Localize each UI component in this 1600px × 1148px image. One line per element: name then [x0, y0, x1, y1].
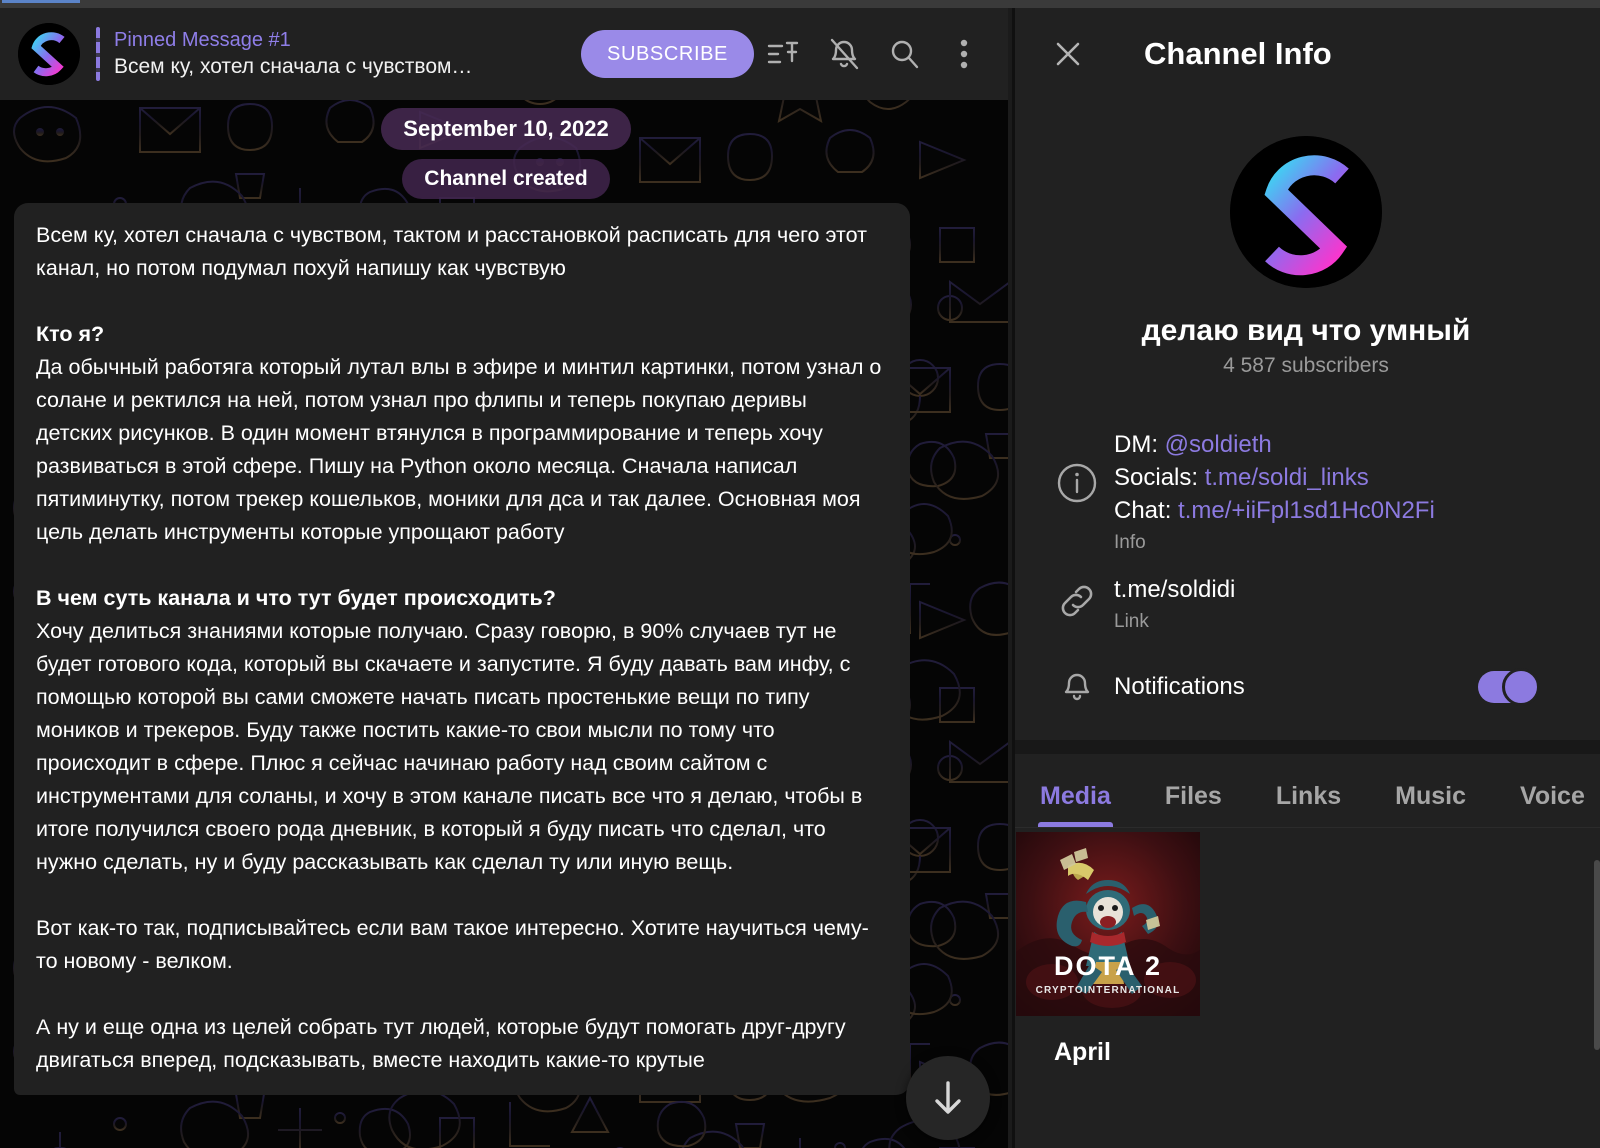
- channel-logo-icon: [1230, 136, 1382, 288]
- info-circle-icon: [1040, 428, 1114, 504]
- panel-scrollbar[interactable]: [1594, 860, 1600, 1050]
- pinned-indicator-bar: [96, 27, 100, 81]
- notifications-toggle[interactable]: [1478, 668, 1540, 706]
- tab-music[interactable]: Music: [1395, 782, 1466, 827]
- channel-avatar-large[interactable]: [1230, 136, 1382, 288]
- media-tabs: Media Files Links Music Voice: [1012, 754, 1600, 828]
- channel-info-panel: Channel Info делаю вид что умный 4 587 s…: [1012, 0, 1600, 1148]
- info-row-body: DM: @soldieth Socials: t.me/soldi_links …: [1114, 428, 1572, 557]
- info-description-row[interactable]: DM: @soldieth Socials: t.me/soldi_links …: [1012, 420, 1600, 565]
- tab-files[interactable]: Files: [1165, 782, 1222, 827]
- channel-avatar-small[interactable]: [18, 23, 80, 85]
- service-messages: September 10, 2022 Channel created: [0, 100, 1012, 199]
- tab-links[interactable]: Links: [1276, 782, 1341, 827]
- channel-avatar-large-wrap: [1012, 136, 1600, 288]
- thumbnail-title: DOTA 2: [1053, 951, 1162, 981]
- toggle-knob: [1502, 668, 1540, 706]
- link-row-caption: Link: [1114, 611, 1149, 632]
- bell-muted-icon[interactable]: [814, 24, 874, 84]
- info-label-chat: Chat:: [1114, 497, 1179, 524]
- pinned-messages-icon[interactable]: [754, 24, 814, 84]
- notifications-label: Notifications: [1114, 673, 1245, 700]
- media-month-label: April: [1054, 1038, 1111, 1066]
- thumbnail-subtitle: CRYPTOINTERNATIONAL: [1035, 985, 1181, 996]
- panel-left-edge: [1012, 8, 1015, 1148]
- pinned-message-label: Pinned Message #1: [114, 29, 291, 51]
- message-paragraph: В чем суть канала и что тут будет происх…: [36, 586, 556, 610]
- message-paragraph: Хочу делиться знаниями которые получаю. …: [36, 619, 863, 874]
- bell-icon: [1040, 668, 1114, 706]
- message-paragraph: Всем ку, хотел сначала с чувством, такто…: [36, 223, 867, 280]
- tab-voice[interactable]: Voice: [1520, 782, 1585, 827]
- pinned-message-preview[interactable]: Pinned Message #1 Всем ку, хотел сначала…: [114, 27, 472, 81]
- info-link-chat[interactable]: t.me/+iiFpl1sd1Hc0N2Fi: [1178, 497, 1435, 524]
- media-thumbnail[interactable]: DOTA 2 CRYPTOINTERNATIONAL: [1016, 832, 1200, 1016]
- info-line-socials: Socials: t.me/soldi_links: [1114, 461, 1572, 494]
- link-row-body: t.me/soldidi Link: [1114, 573, 1572, 636]
- pinned-message-bubble[interactable]: Всем ку, хотел сначала с чувством, такто…: [14, 203, 910, 1095]
- channel-created-pill: Channel created: [402, 159, 610, 199]
- scroll-to-bottom-button[interactable]: [906, 1056, 990, 1140]
- search-icon[interactable]: [874, 24, 934, 84]
- info-label-dm: DM:: [1114, 431, 1165, 458]
- chat-column: Pinned Message #1 Всем ку, хотел сначала…: [0, 0, 1012, 1148]
- browser-tab-marker: [2, 0, 80, 3]
- message-paragraph: Кто я?: [36, 322, 105, 346]
- channel-logo-icon: [18, 23, 80, 85]
- more-vertical-icon[interactable]: [934, 24, 994, 84]
- info-line-dm: DM: @soldieth: [1114, 428, 1572, 461]
- channel-link-value[interactable]: t.me/soldidi: [1114, 573, 1572, 606]
- info-line-chat: Chat: t.me/+iiFpl1sd1Hc0N2Fi: [1114, 494, 1572, 527]
- info-link-socials[interactable]: t.me/soldi_links: [1205, 464, 1369, 491]
- info-row-caption: Info: [1114, 532, 1146, 553]
- close-icon[interactable]: [1042, 28, 1094, 80]
- pinned-message-text: Всем ку, хотел сначала с чувством…: [114, 55, 473, 78]
- info-label-socials: Socials:: [1114, 464, 1205, 491]
- notifications-row[interactable]: Notifications: [1012, 644, 1600, 730]
- subscriber-count: 4 587 subscribers: [1223, 354, 1389, 377]
- date-pill: September 10, 2022: [381, 108, 631, 150]
- panel-title: Channel Info: [1144, 36, 1332, 71]
- link-icon: [1040, 573, 1114, 621]
- message-container: Всем ку, хотел сначала с чувством, такто…: [14, 203, 910, 1095]
- channel-info-header: Channel Info: [1012, 8, 1600, 100]
- message-paragraph: Да обычный работяга который лутал влы в …: [36, 355, 882, 544]
- chat-header: Pinned Message #1 Всем ку, хотел сначала…: [0, 8, 1012, 100]
- message-paragraph: А ну и еще одна из целей собрать тут люд…: [36, 1015, 846, 1072]
- tab-media[interactable]: Media: [1038, 782, 1113, 827]
- info-link-dm[interactable]: @soldieth: [1165, 431, 1272, 458]
- media-gallery: DOTA 2 CRYPTOINTERNATIONAL April: [1012, 828, 1600, 1067]
- channel-name: делаю вид что умный: [1141, 314, 1471, 347]
- window-chrome-strip: [0, 0, 1600, 8]
- media-grid: DOTA 2 CRYPTOINTERNATIONAL: [1012, 828, 1600, 1016]
- message-paragraph: Вот как-то так, подписывайтесь если вам …: [36, 916, 869, 973]
- telegram-window: Pinned Message #1 Всем ку, хотел сначала…: [0, 0, 1600, 1148]
- channel-link-row[interactable]: t.me/soldidi Link: [1012, 565, 1600, 644]
- info-rows: DM: @soldieth Socials: t.me/soldi_links …: [1012, 420, 1600, 730]
- subscribe-button[interactable]: SUBSCRIBE: [581, 30, 754, 78]
- arrow-down-icon: [935, 1081, 961, 1114]
- section-divider: [1012, 740, 1600, 754]
